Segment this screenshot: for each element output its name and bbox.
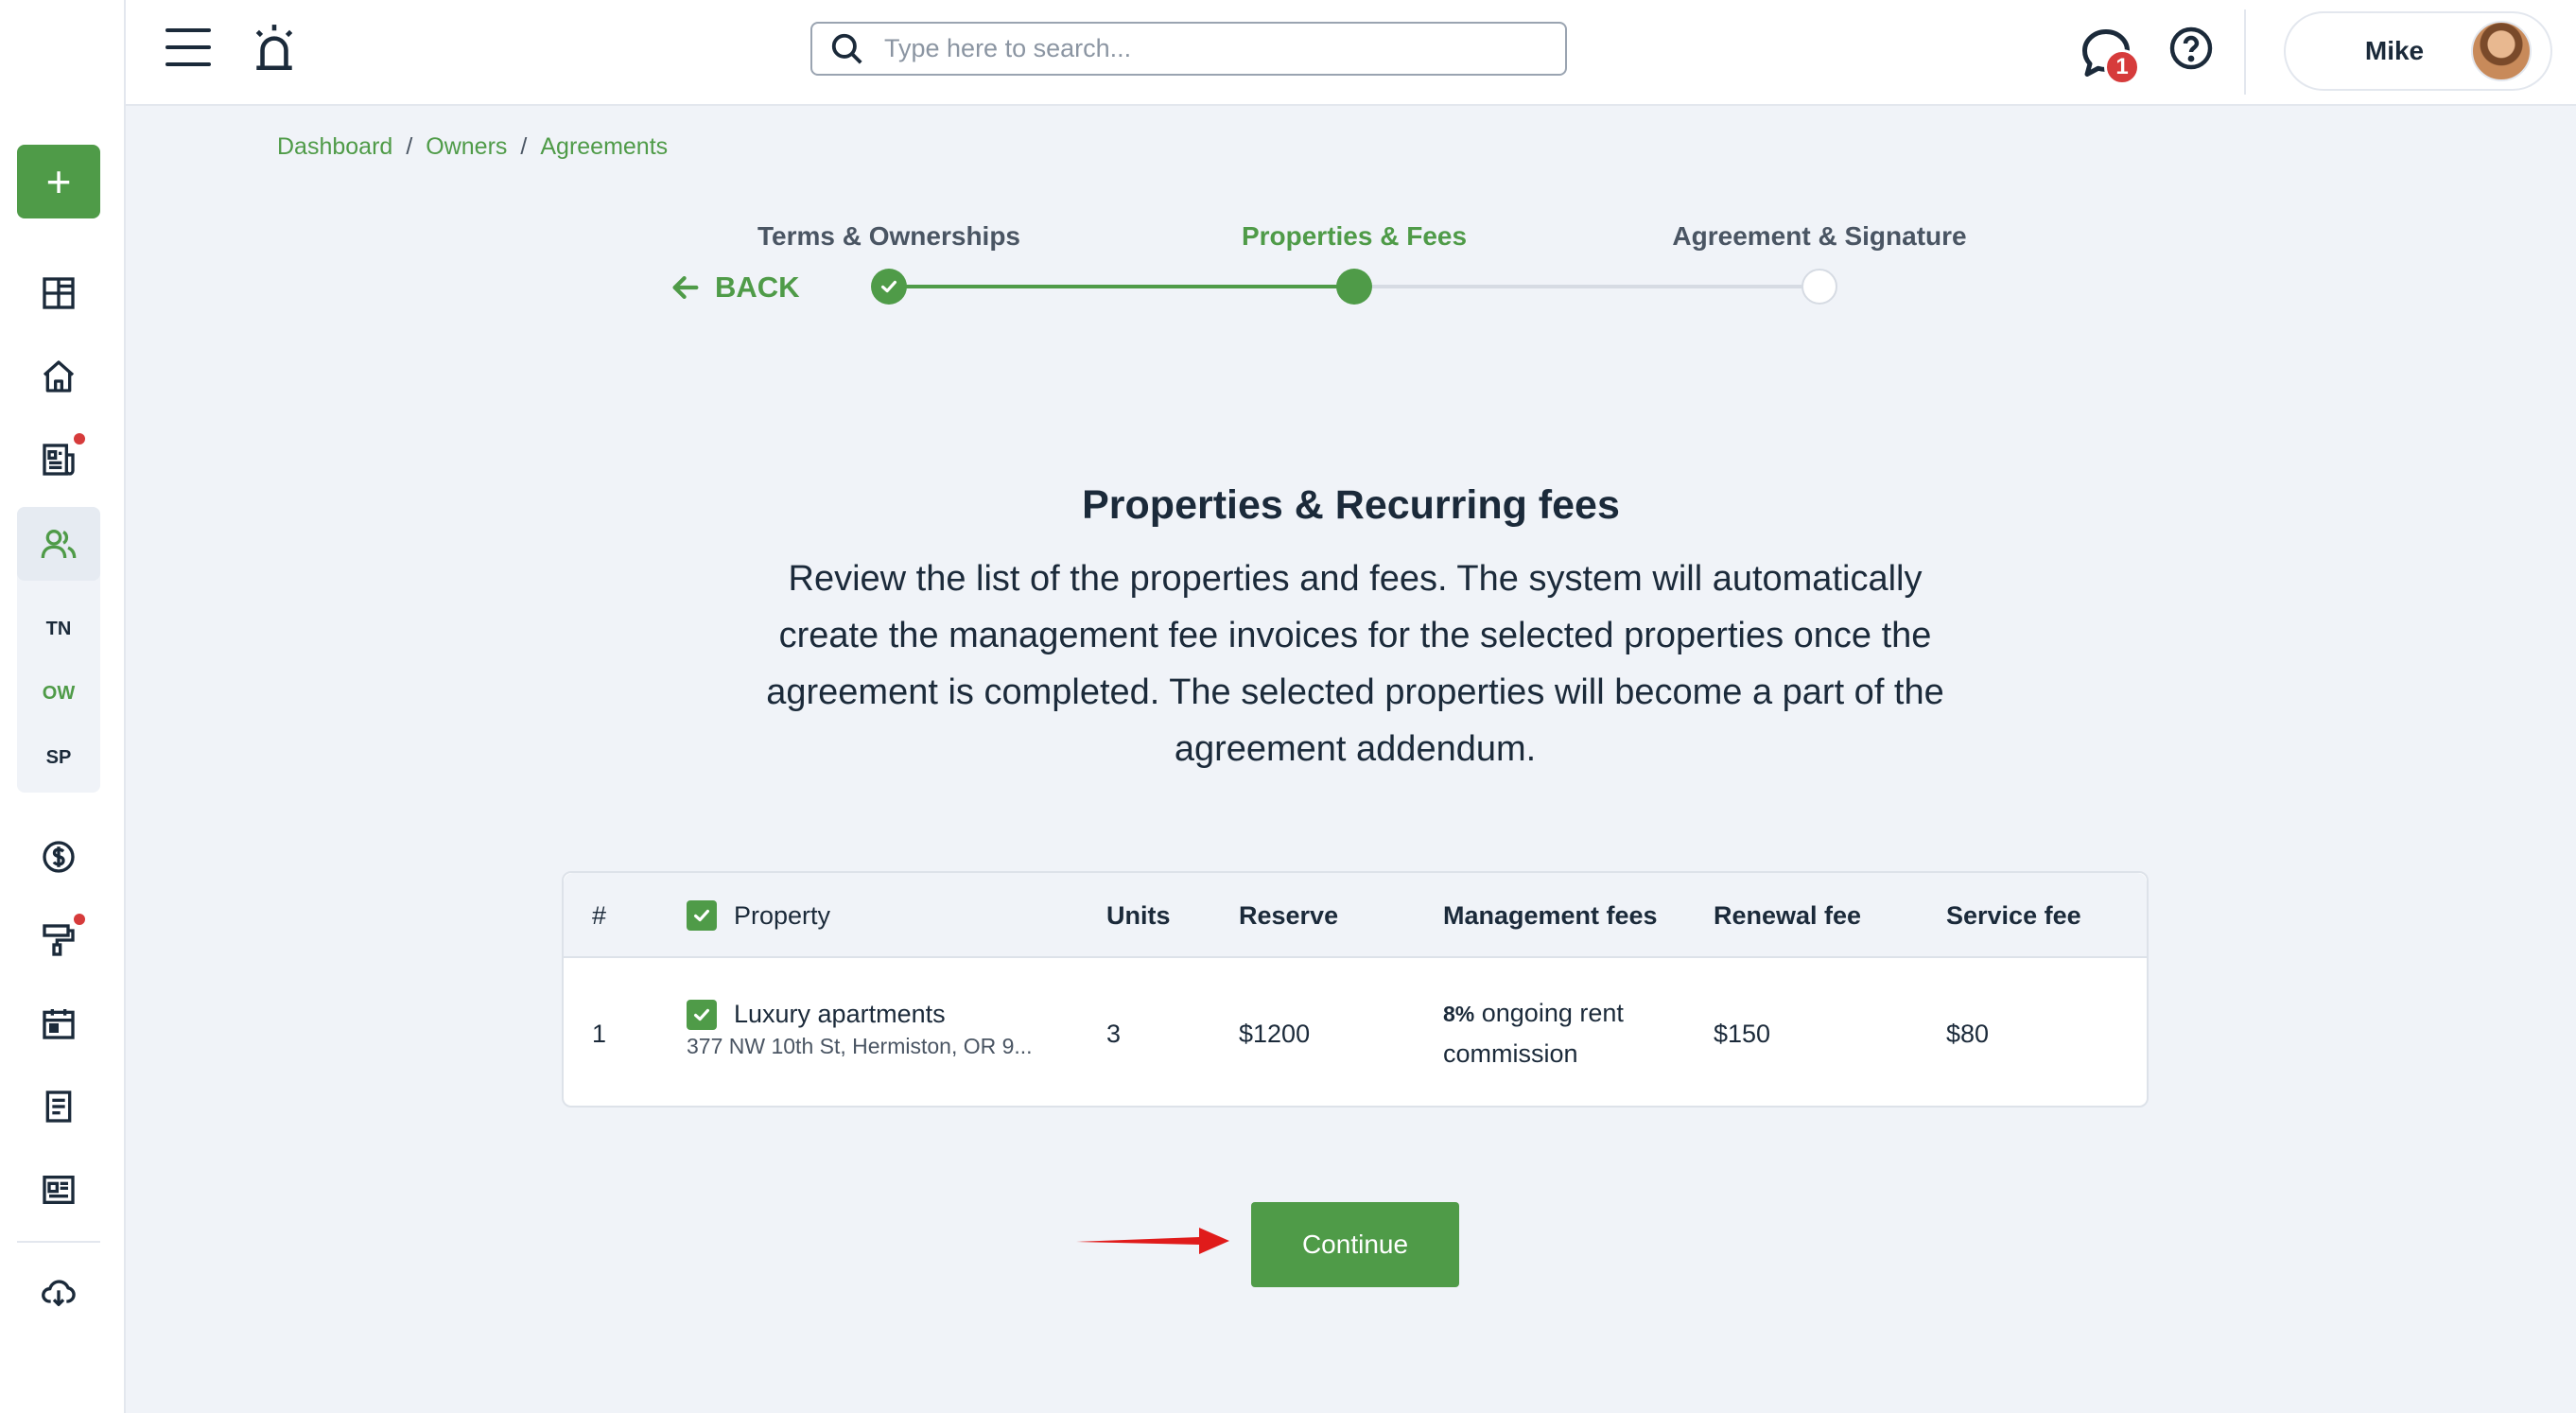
notification-dot <box>74 433 85 445</box>
cloud-download-icon <box>42 1280 76 1306</box>
news-icon <box>43 444 75 476</box>
step-node-todo <box>1801 269 1837 305</box>
properties-table: # Property Units Reserve Management fees… <box>562 871 2149 1108</box>
check-icon <box>693 1008 710 1021</box>
reports-nav[interactable] <box>17 1071 100 1143</box>
renewal-fee-value: $150 <box>1714 1020 1771 1048</box>
property-address: 377 NW 10th St, Hermiston, OR 9... <box>687 1034 1033 1058</box>
arrow-left-icon <box>672 275 699 300</box>
check-icon <box>693 909 710 922</box>
calendar-icon <box>43 1009 75 1039</box>
stepper-track-done <box>889 285 1354 288</box>
dashboard-nav[interactable] <box>17 257 100 329</box>
search-icon <box>831 33 862 64</box>
annotation-arrow-icon <box>1076 1228 1229 1254</box>
page-description: Review the list of the properties and fe… <box>766 559 1944 769</box>
notification-dot <box>74 914 85 925</box>
user-name: Mike <box>2364 36 2425 65</box>
breadcrumb-owners[interactable]: Owners <box>426 133 507 161</box>
page-title: Properties & Recurring fees <box>1082 482 1620 528</box>
management-fee-percent: 8% <box>1443 1002 1475 1026</box>
table-header: # Property Units Reserve Management fees… <box>564 873 2147 958</box>
newspaper-icon <box>43 1176 75 1204</box>
col-renewal-fee: Renewal fee <box>1714 901 1862 930</box>
select-all-checkbox[interactable] <box>687 900 717 931</box>
sidebar-divider <box>17 1241 100 1243</box>
sidebar-item-service-pros[interactable]: SP <box>17 747 100 769</box>
download-nav[interactable] <box>17 1256 100 1328</box>
avatar <box>2471 21 2532 81</box>
users-icon <box>41 530 77 559</box>
sidebar-item-owners[interactable]: OW <box>17 683 100 705</box>
col-property: Property <box>734 901 831 930</box>
check-icon <box>880 280 897 293</box>
people-nav-group: TN OW SP <box>17 507 100 793</box>
continue-button[interactable]: Continue <box>1251 1202 1459 1287</box>
plus-icon: + <box>45 157 72 206</box>
maintenance-nav[interactable] <box>17 904 100 976</box>
sidebar: + TN OW SP <box>0 0 126 1413</box>
alarm-icon[interactable] <box>251 23 298 74</box>
row-number: 1 <box>592 1020 607 1048</box>
step-node-current <box>1336 269 1372 305</box>
col-management-fees: Management fees <box>1443 901 1658 930</box>
communication-nav[interactable] <box>17 1154 100 1226</box>
service-fee-value: $80 <box>1946 1020 1990 1048</box>
chat-badge: 1 <box>2104 49 2140 85</box>
user-menu[interactable]: Mike <box>2284 11 2552 91</box>
add-button[interactable]: + <box>17 145 100 218</box>
calendar-nav[interactable] <box>17 987 100 1059</box>
step-node-done <box>871 269 907 305</box>
home-icon <box>43 360 75 392</box>
step-label-terms: Terms & Ownerships <box>757 221 1021 251</box>
dashboard-icon <box>43 277 75 309</box>
menu-icon[interactable] <box>165 28 211 70</box>
paint-roller-icon <box>43 924 75 956</box>
breadcrumb-dashboard[interactable]: Dashboard <box>277 133 392 161</box>
top-bar: 1 Mike <box>126 0 2576 106</box>
col-number: # <box>592 901 607 930</box>
sidebar-item-tenants[interactable]: TN <box>17 619 100 640</box>
col-service-fee: Service fee <box>1946 901 2081 930</box>
step-label-properties: Properties & Fees <box>1241 221 1468 251</box>
topbar-divider <box>2244 9 2246 95</box>
properties-nav[interactable] <box>17 340 100 412</box>
property-name[interactable]: Luxury apartments <box>734 1000 946 1029</box>
col-units: Units <box>1106 901 1171 930</box>
breadcrumb-separator: / <box>406 133 413 160</box>
help-icon[interactable] <box>2168 26 2214 71</box>
breadcrumb-agreements[interactable]: Agreements <box>540 133 668 161</box>
back-label: BACK <box>715 270 800 304</box>
col-reserve: Reserve <box>1239 901 1339 930</box>
document-icon <box>45 1090 72 1123</box>
units-value: 3 <box>1106 1020 1122 1048</box>
step-label-agreement: Agreement & Signature <box>1672 221 1967 251</box>
breadcrumb: Dashboard / Owners / Agreements <box>277 133 668 161</box>
management-fee-value: 8% ongoing rent commission <box>1443 993 1670 1073</box>
breadcrumb-separator: / <box>520 133 528 160</box>
back-button[interactable]: BACK <box>670 270 800 305</box>
search-box <box>810 22 1567 76</box>
stepper-track-todo <box>1354 285 1819 288</box>
row-checkbox[interactable] <box>687 1000 717 1030</box>
search-input[interactable] <box>884 34 1527 63</box>
dollar-icon <box>43 841 75 873</box>
reserve-value: $1200 <box>1239 1020 1311 1048</box>
accounting-nav[interactable] <box>17 821 100 893</box>
